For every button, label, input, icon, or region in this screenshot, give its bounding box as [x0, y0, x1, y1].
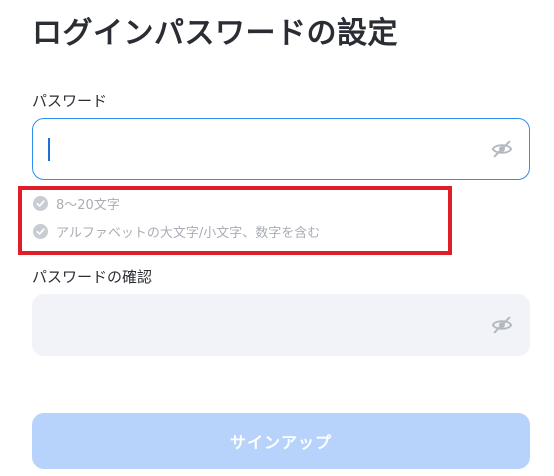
password-field[interactable] — [32, 118, 530, 181]
rule-characters: アルファベットの大文字/小文字、数字を含む — [33, 222, 320, 241]
password-label: パスワード — [32, 92, 108, 110]
page-title: ログインパスワードの設定 — [32, 16, 398, 51]
confirm-password-input[interactable] — [47, 295, 479, 357]
password-setup-page: ログインパスワードの設定 パスワード 8〜20文字 アルファベットの大文字/小文… — [0, 0, 554, 476]
check-circle-icon — [33, 196, 48, 211]
confirm-password-label: パスワードの確認 — [32, 268, 153, 286]
signup-button[interactable]: サインアップ — [32, 413, 530, 469]
eye-slash-icon[interactable] — [491, 138, 513, 160]
rule-length: 8〜20文字 — [33, 194, 120, 213]
confirm-password-field[interactable] — [32, 294, 530, 357]
rule-characters-text: アルファベットの大文字/小文字、数字を含む — [56, 226, 321, 241]
rule-length-text: 8〜20文字 — [56, 198, 120, 213]
text-caret — [48, 138, 50, 161]
check-circle-icon — [33, 224, 48, 239]
password-input[interactable] — [47, 119, 479, 181]
eye-slash-icon[interactable] — [491, 314, 513, 336]
